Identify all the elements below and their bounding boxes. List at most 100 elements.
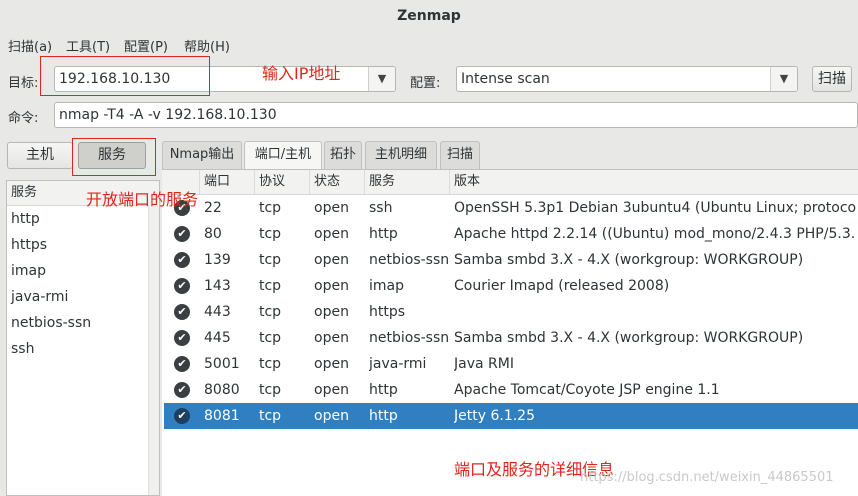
profile-combo[interactable]: Intense scan ▼ bbox=[456, 66, 798, 92]
column-header-protocol[interactable]: 协议 bbox=[255, 170, 310, 194]
annotation-box-services bbox=[72, 138, 156, 176]
state-cell: open bbox=[314, 252, 349, 268]
chevron-down-icon[interactable]: ▼ bbox=[770, 67, 797, 91]
protocol-cell: tcp bbox=[259, 252, 282, 268]
services-list: 服务 http https imap java-rmi netbios-ssn … bbox=[6, 180, 160, 496]
check-circle-icon: ✔ bbox=[174, 408, 190, 424]
menu-bar: 扫描(a) 工具(T) 配置(P) 帮助(H) bbox=[0, 34, 858, 56]
table-row[interactable]: ✔ 445 tcp open netbios-ssn Samba smbd 3.X - 4… bbox=[164, 325, 858, 351]
port-cell: 143 bbox=[204, 278, 231, 294]
target-label: 目标: bbox=[8, 76, 39, 91]
protocol-cell: tcp bbox=[259, 304, 282, 320]
version-cell: Courier Imapd (released 2008) bbox=[454, 278, 670, 294]
state-cell: open bbox=[314, 226, 349, 242]
service-cell: ssh bbox=[369, 200, 393, 216]
tab-nmap-output[interactable]: Nmap输出 bbox=[162, 141, 242, 169]
protocol-cell: tcp bbox=[259, 278, 282, 294]
table-row[interactable]: ✔ 80 tcp open http Apache httpd 2.2.14 ((Ubun… bbox=[164, 221, 858, 247]
service-cell: netbios-ssn bbox=[369, 330, 450, 346]
version-cell bbox=[454, 299, 856, 325]
state-cell: open bbox=[314, 356, 349, 372]
menu-tools[interactable]: 工具(T) bbox=[66, 36, 110, 55]
check-circle-icon: ✔ bbox=[174, 382, 190, 398]
version-cell: Apache Tomcat/Coyote JSP engine 1.1 bbox=[454, 382, 720, 398]
service-cell: http bbox=[369, 382, 398, 398]
scan-button[interactable]: 扫描 bbox=[812, 66, 852, 92]
table-header: 端口 协议 状态 服务 版本 bbox=[162, 170, 858, 195]
hosts-button[interactable]: 主机 bbox=[7, 142, 73, 169]
list-item[interactable]: https bbox=[7, 232, 159, 258]
tab-scans[interactable]: 扫描 bbox=[440, 141, 480, 169]
command-input[interactable]: nmap -T4 -A -v 192.168.10.130 bbox=[59, 107, 277, 123]
state-cell: open bbox=[314, 330, 349, 346]
tab-host-details[interactable]: 主机明细 bbox=[365, 141, 437, 169]
version-cell: Java RMI bbox=[454, 356, 514, 372]
column-header-service[interactable]: 服务 bbox=[365, 170, 450, 194]
table-row[interactable]: ✔ 8080 tcp open http Apache Tomcat/Coyote JSP… bbox=[164, 377, 858, 403]
service-cell: java-rmi bbox=[369, 356, 427, 372]
list-item[interactable]: java-rmi bbox=[7, 284, 159, 310]
service-cell: imap bbox=[369, 278, 404, 294]
list-item[interactable]: ssh bbox=[7, 336, 159, 362]
command-label: 命令: bbox=[8, 111, 39, 126]
column-header-version[interactable]: 版本 bbox=[450, 170, 858, 194]
table-row[interactable]: ✔ 22 tcp open ssh OpenSSH 5.3p1 Debian 3ubunt… bbox=[164, 195, 858, 221]
protocol-cell: tcp bbox=[259, 330, 282, 346]
ports-table: 端口 协议 状态 服务 版本 ✔ 22 tcp open ssh OpenSSH 5.3p… bbox=[162, 169, 858, 496]
check-circle-icon: ✔ bbox=[174, 252, 190, 268]
port-cell: 139 bbox=[204, 252, 231, 268]
menu-help[interactable]: 帮助(H) bbox=[184, 36, 230, 55]
watermark: https://blog.csdn.net/weixin_44865501 bbox=[580, 470, 834, 485]
service-cell: https bbox=[369, 304, 406, 320]
menu-profile[interactable]: 配置(P) bbox=[124, 36, 168, 55]
profile-label: 配置: bbox=[410, 76, 441, 91]
table-row[interactable]: ✔ 8081 tcp open http Jetty 6.1.25 bbox=[164, 403, 858, 429]
profile-value: Intense scan bbox=[461, 71, 550, 87]
service-cell: http bbox=[369, 226, 398, 242]
state-cell: open bbox=[314, 408, 349, 424]
chevron-down-icon[interactable]: ▼ bbox=[368, 67, 395, 91]
annotation-ip-note: 输入IP地址 bbox=[262, 64, 341, 83]
table-row[interactable]: ✔ 143 tcp open imap Courier Imapd (released 2… bbox=[164, 273, 858, 299]
menu-scan[interactable]: 扫描(a) bbox=[8, 36, 52, 55]
list-item[interactable]: imap bbox=[7, 258, 159, 284]
version-cell: Apache httpd 2.2.14 ((Ubuntu) mod_mono/2… bbox=[454, 226, 856, 242]
tab-topology[interactable]: 拓扑 bbox=[324, 141, 362, 169]
service-cell: netbios-ssn bbox=[369, 252, 450, 268]
table-row[interactable]: ✔ 5001 tcp open java-rmi Java RMI bbox=[164, 351, 858, 377]
check-circle-icon: ✔ bbox=[174, 330, 190, 346]
check-circle-icon: ✔ bbox=[174, 226, 190, 242]
annotation-ports-note: 开放端口的服务 bbox=[86, 190, 199, 209]
protocol-cell: tcp bbox=[259, 200, 282, 216]
column-header-port[interactable]: 端口 bbox=[200, 170, 255, 194]
table-row[interactable]: ✔ 443 tcp open https bbox=[164, 299, 858, 325]
state-cell: open bbox=[314, 382, 349, 398]
port-cell: 445 bbox=[204, 330, 231, 346]
list-item[interactable]: netbios-ssn bbox=[7, 310, 159, 336]
service-cell: http bbox=[369, 408, 398, 424]
protocol-cell: tcp bbox=[259, 356, 282, 372]
version-cell: OpenSSH 5.3p1 Debian 3ubuntu4 (Ubuntu Li… bbox=[454, 200, 856, 216]
version-cell: Jetty 6.1.25 bbox=[454, 408, 535, 424]
state-cell: open bbox=[314, 304, 349, 320]
column-header-state[interactable]: 状态 bbox=[310, 170, 365, 194]
annotation-box-target bbox=[40, 56, 210, 96]
check-circle-icon: ✔ bbox=[174, 304, 190, 320]
state-cell: open bbox=[314, 200, 349, 216]
tab-ports-hosts[interactable]: 端口/主机 bbox=[244, 141, 322, 170]
list-scrollbar[interactable] bbox=[148, 205, 159, 495]
port-cell: 5001 bbox=[204, 356, 240, 372]
check-circle-icon: ✔ bbox=[174, 356, 190, 372]
port-cell: 8080 bbox=[204, 382, 240, 398]
table-row[interactable]: ✔ 139 tcp open netbios-ssn Samba smbd 3.X - 4… bbox=[164, 247, 858, 273]
port-cell: 22 bbox=[204, 200, 222, 216]
command-field[interactable]: nmap -T4 -A -v 192.168.10.130 bbox=[54, 102, 858, 128]
state-cell: open bbox=[314, 278, 349, 294]
port-cell: 8081 bbox=[204, 408, 240, 424]
window-title: Zenmap bbox=[0, 0, 858, 32]
port-cell: 80 bbox=[204, 226, 222, 242]
protocol-cell: tcp bbox=[259, 382, 282, 398]
version-cell: Samba smbd 3.X - 4.X (workgroup: WORKGRO… bbox=[454, 330, 804, 346]
check-circle-icon: ✔ bbox=[174, 278, 190, 294]
port-cell: 443 bbox=[204, 304, 231, 320]
